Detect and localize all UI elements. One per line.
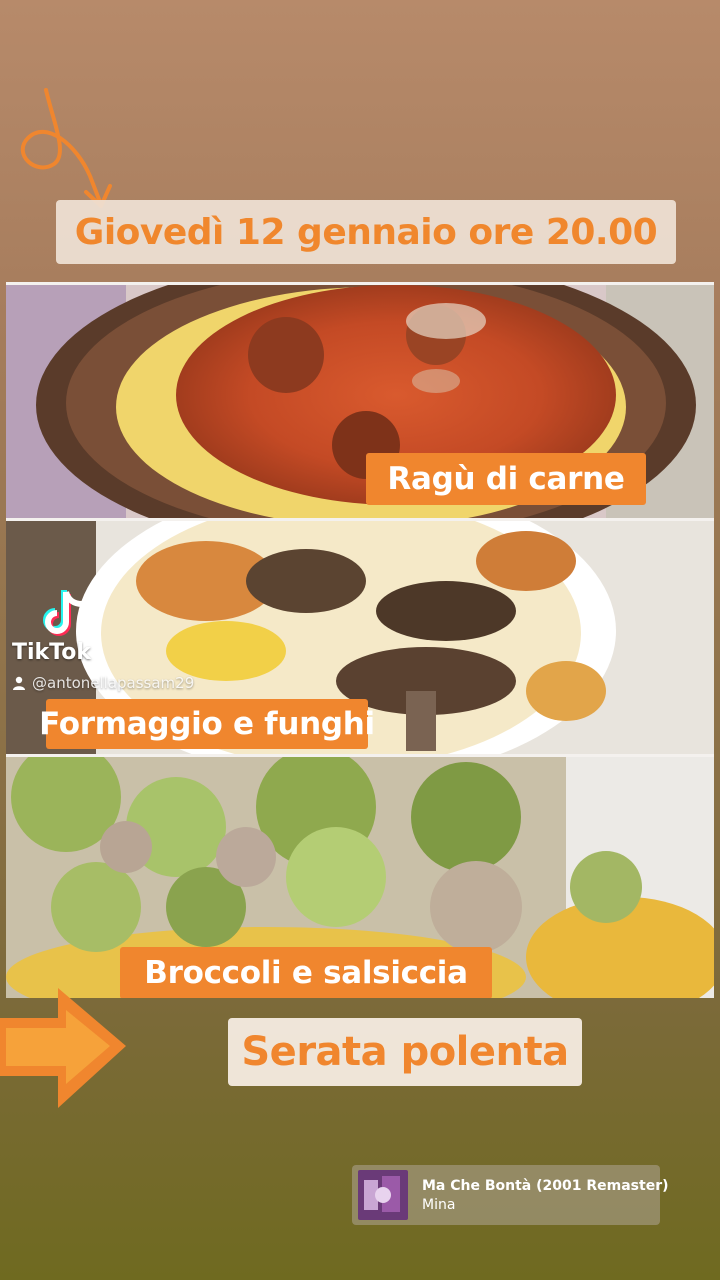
dish-label-text: Formaggio e funghi <box>39 706 375 742</box>
event-title: Serata polenta <box>241 1029 569 1075</box>
tiktok-username: @antonellapassam29 <box>32 674 195 692</box>
event-title-banner: Serata polenta <box>228 1018 582 1086</box>
dish-photo-broccoli: Broccoli e salsiccia <box>6 754 714 998</box>
dish-label-funghi: Formaggio e funghi <box>39 699 375 749</box>
tiktok-username-row: @antonellapassam29 <box>12 674 194 692</box>
date-text: Giovedì 12 gennaio ore 20.00 <box>74 211 658 253</box>
dish-photo-ragu: Ragù di carne <box>6 282 714 518</box>
dish-label-text: Ragù di carne <box>387 461 625 497</box>
swirl-arrow-icon <box>20 88 112 208</box>
user-icon <box>13 676 25 690</box>
music-sticker[interactable]: Ma Che Bontà (2001 Remaster) Mina <box>352 1165 669 1225</box>
right-arrow-icon <box>0 988 126 1108</box>
album-art-icon <box>358 1170 408 1220</box>
date-banner: Giovedì 12 gennaio ore 20.00 <box>56 200 676 264</box>
dish-label-broccoli: Broccoli e salsiccia <box>120 947 492 998</box>
dish-label-ragu: Ragù di carne <box>366 453 646 505</box>
music-text: Ma Che Bontà (2001 Remaster) Mina <box>422 1178 669 1213</box>
dish-label-text: Broccoli e salsiccia <box>144 955 468 991</box>
tiktok-watermark: TikTok @antonellapassam29 <box>12 588 222 698</box>
tiktok-logo-icon <box>43 590 83 636</box>
music-song-title: Ma Che Bontà (2001 Remaster) <box>422 1177 669 1194</box>
tiktok-brand: TikTok <box>12 640 92 665</box>
music-artist: Mina <box>422 1196 456 1213</box>
